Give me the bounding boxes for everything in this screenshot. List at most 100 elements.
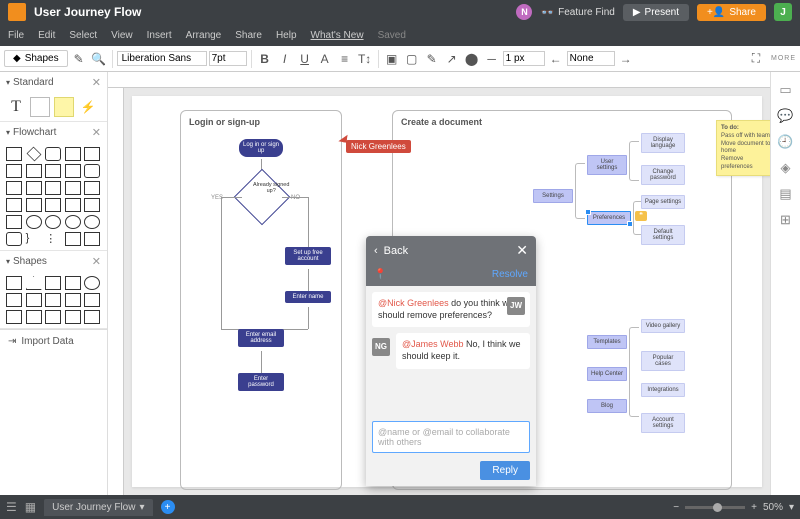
line-style-icon[interactable]: ↗	[443, 50, 461, 68]
menu-file[interactable]: File	[8, 30, 24, 41]
node-display-lang[interactable]: Display language	[641, 133, 685, 153]
italic-button[interactable]: I	[276, 50, 294, 68]
layers-icon[interactable]: ◈	[778, 160, 794, 176]
shape-item[interactable]	[26, 198, 42, 212]
node-video[interactable]: Video gallery	[641, 319, 685, 333]
close-icon[interactable]: ✕	[92, 255, 101, 268]
node-default-settings[interactable]: Default settings	[641, 225, 685, 245]
node-integrations[interactable]: Integrations	[641, 383, 685, 397]
more-label[interactable]: MORE	[771, 55, 796, 62]
fullscreen-icon[interactable]: ⛶	[747, 50, 765, 68]
shape-item[interactable]	[84, 232, 100, 246]
line-width-select[interactable]	[503, 51, 545, 66]
node-account[interactable]: Account settings	[641, 413, 685, 433]
add-page-button[interactable]: +	[161, 500, 175, 514]
shape-item[interactable]	[26, 215, 42, 229]
user-avatar[interactable]: J	[774, 3, 792, 21]
text-tool[interactable]: T	[6, 97, 26, 117]
shape-item[interactable]	[84, 310, 100, 324]
arrow-style-select[interactable]	[567, 51, 615, 66]
comment-input[interactable]: @name or @email to collaborate with othe…	[372, 421, 530, 453]
node-page-settings[interactable]: Page settings	[641, 195, 685, 209]
bold-button[interactable]: B	[256, 50, 274, 68]
shape-item[interactable]	[6, 164, 22, 178]
menu-help[interactable]: Help	[276, 30, 297, 41]
node-email[interactable]: Enter email address	[238, 329, 284, 347]
node-name[interactable]: Enter name	[285, 291, 331, 303]
node-help[interactable]: Help Center	[587, 367, 627, 381]
shape-item[interactable]	[65, 293, 81, 307]
font-size-select[interactable]	[209, 51, 247, 66]
menu-edit[interactable]: Edit	[38, 30, 55, 41]
zoom-slider[interactable]	[685, 506, 745, 509]
node-setup[interactable]: Set up free account	[285, 247, 331, 265]
resolve-button[interactable]: Resolve	[492, 269, 528, 280]
fill-icon[interactable]: ▣	[383, 50, 401, 68]
canvas-area[interactable]: Login or sign-up Log in or sign up Alrea…	[108, 72, 770, 495]
close-icon[interactable]: ✕	[516, 242, 528, 259]
node-blog[interactable]: Blog	[587, 399, 627, 413]
section-shapes[interactable]: Shapes	[13, 256, 47, 267]
shape-item[interactable]	[84, 181, 100, 195]
container-login[interactable]: Login or sign-up Log in or sign up Alrea…	[180, 110, 342, 490]
collaborator-avatar[interactable]: N	[516, 4, 532, 20]
node-change-pw[interactable]: Change password	[641, 165, 685, 185]
shape-item[interactable]	[45, 215, 61, 229]
shape-item[interactable]	[6, 181, 22, 195]
section-standard[interactable]: Standard	[13, 77, 54, 88]
shape-item[interactable]	[65, 164, 81, 178]
shape-item[interactable]	[26, 147, 41, 162]
history-icon[interactable]: 🕘	[778, 134, 794, 150]
shape-item[interactable]	[65, 198, 81, 212]
shape-item[interactable]	[84, 147, 100, 161]
shape-item[interactable]: }	[26, 232, 42, 246]
shape-item[interactable]	[26, 310, 42, 324]
section-flowchart[interactable]: Flowchart	[13, 127, 56, 138]
close-icon[interactable]: ✕	[92, 126, 101, 139]
zoom-in-button[interactable]: +	[751, 502, 757, 513]
data-icon[interactable]: ▤	[778, 186, 794, 202]
comment-message[interactable]: NG @James Webb No, I think we should kee…	[396, 333, 530, 368]
bolt-tool[interactable]: ⚡	[78, 97, 98, 117]
whats-new-link[interactable]: What's New	[311, 30, 364, 41]
app-folder-icon[interactable]	[8, 3, 26, 21]
shape-item[interactable]	[6, 310, 22, 324]
align-icon[interactable]: ≡	[336, 50, 354, 68]
text-color-icon[interactable]: A	[316, 50, 334, 68]
shape-item[interactable]	[6, 293, 22, 307]
share-button[interactable]: +👤 Share	[697, 4, 766, 21]
menu-insert[interactable]: Insert	[147, 30, 172, 41]
present-button[interactable]: ▶ Present	[623, 4, 689, 21]
shape-item[interactable]	[45, 147, 61, 161]
node-popular[interactable]: Popular cases	[641, 351, 685, 371]
nav-icon[interactable]: ⊞	[778, 212, 794, 228]
node-user-settings[interactable]: User settings	[587, 155, 627, 175]
shape-item[interactable]	[45, 198, 61, 212]
arrow-start-icon[interactable]: ←	[547, 50, 565, 68]
shape-item[interactable]	[6, 232, 22, 246]
shape-item[interactable]	[84, 198, 100, 212]
shape-item[interactable]	[84, 276, 100, 290]
shape-item[interactable]	[6, 147, 22, 161]
close-icon[interactable]: ✕	[92, 76, 101, 89]
feature-find-link[interactable]: 👓Feature Find	[540, 6, 614, 19]
text-rotate-icon[interactable]: T↕	[356, 50, 374, 68]
search-icon[interactable]: 🔍	[90, 50, 108, 68]
shape-item[interactable]	[84, 293, 100, 307]
font-select[interactable]	[117, 51, 207, 66]
import-data-button[interactable]: ⇥Import Data	[0, 329, 107, 353]
shape-item[interactable]	[45, 310, 61, 324]
shapes-dropdown[interactable]: ◆ Shapes	[4, 50, 68, 67]
shape-item[interactable]	[6, 215, 22, 229]
zoom-level[interactable]: 50%	[763, 502, 783, 513]
line-type-icon[interactable]: ─	[483, 50, 501, 68]
underline-button[interactable]: U	[296, 50, 314, 68]
rect-tool[interactable]	[30, 97, 50, 117]
shape-item[interactable]	[65, 276, 81, 290]
comment-message[interactable]: @Nick Greenlees do you think we should r…	[372, 292, 530, 327]
shape-style-icon[interactable]: ✎	[423, 50, 441, 68]
shape-item[interactable]	[26, 276, 42, 290]
doc-title[interactable]: User Journey Flow	[34, 5, 141, 19]
shape-item[interactable]	[65, 232, 81, 246]
shape-item[interactable]	[45, 164, 61, 178]
